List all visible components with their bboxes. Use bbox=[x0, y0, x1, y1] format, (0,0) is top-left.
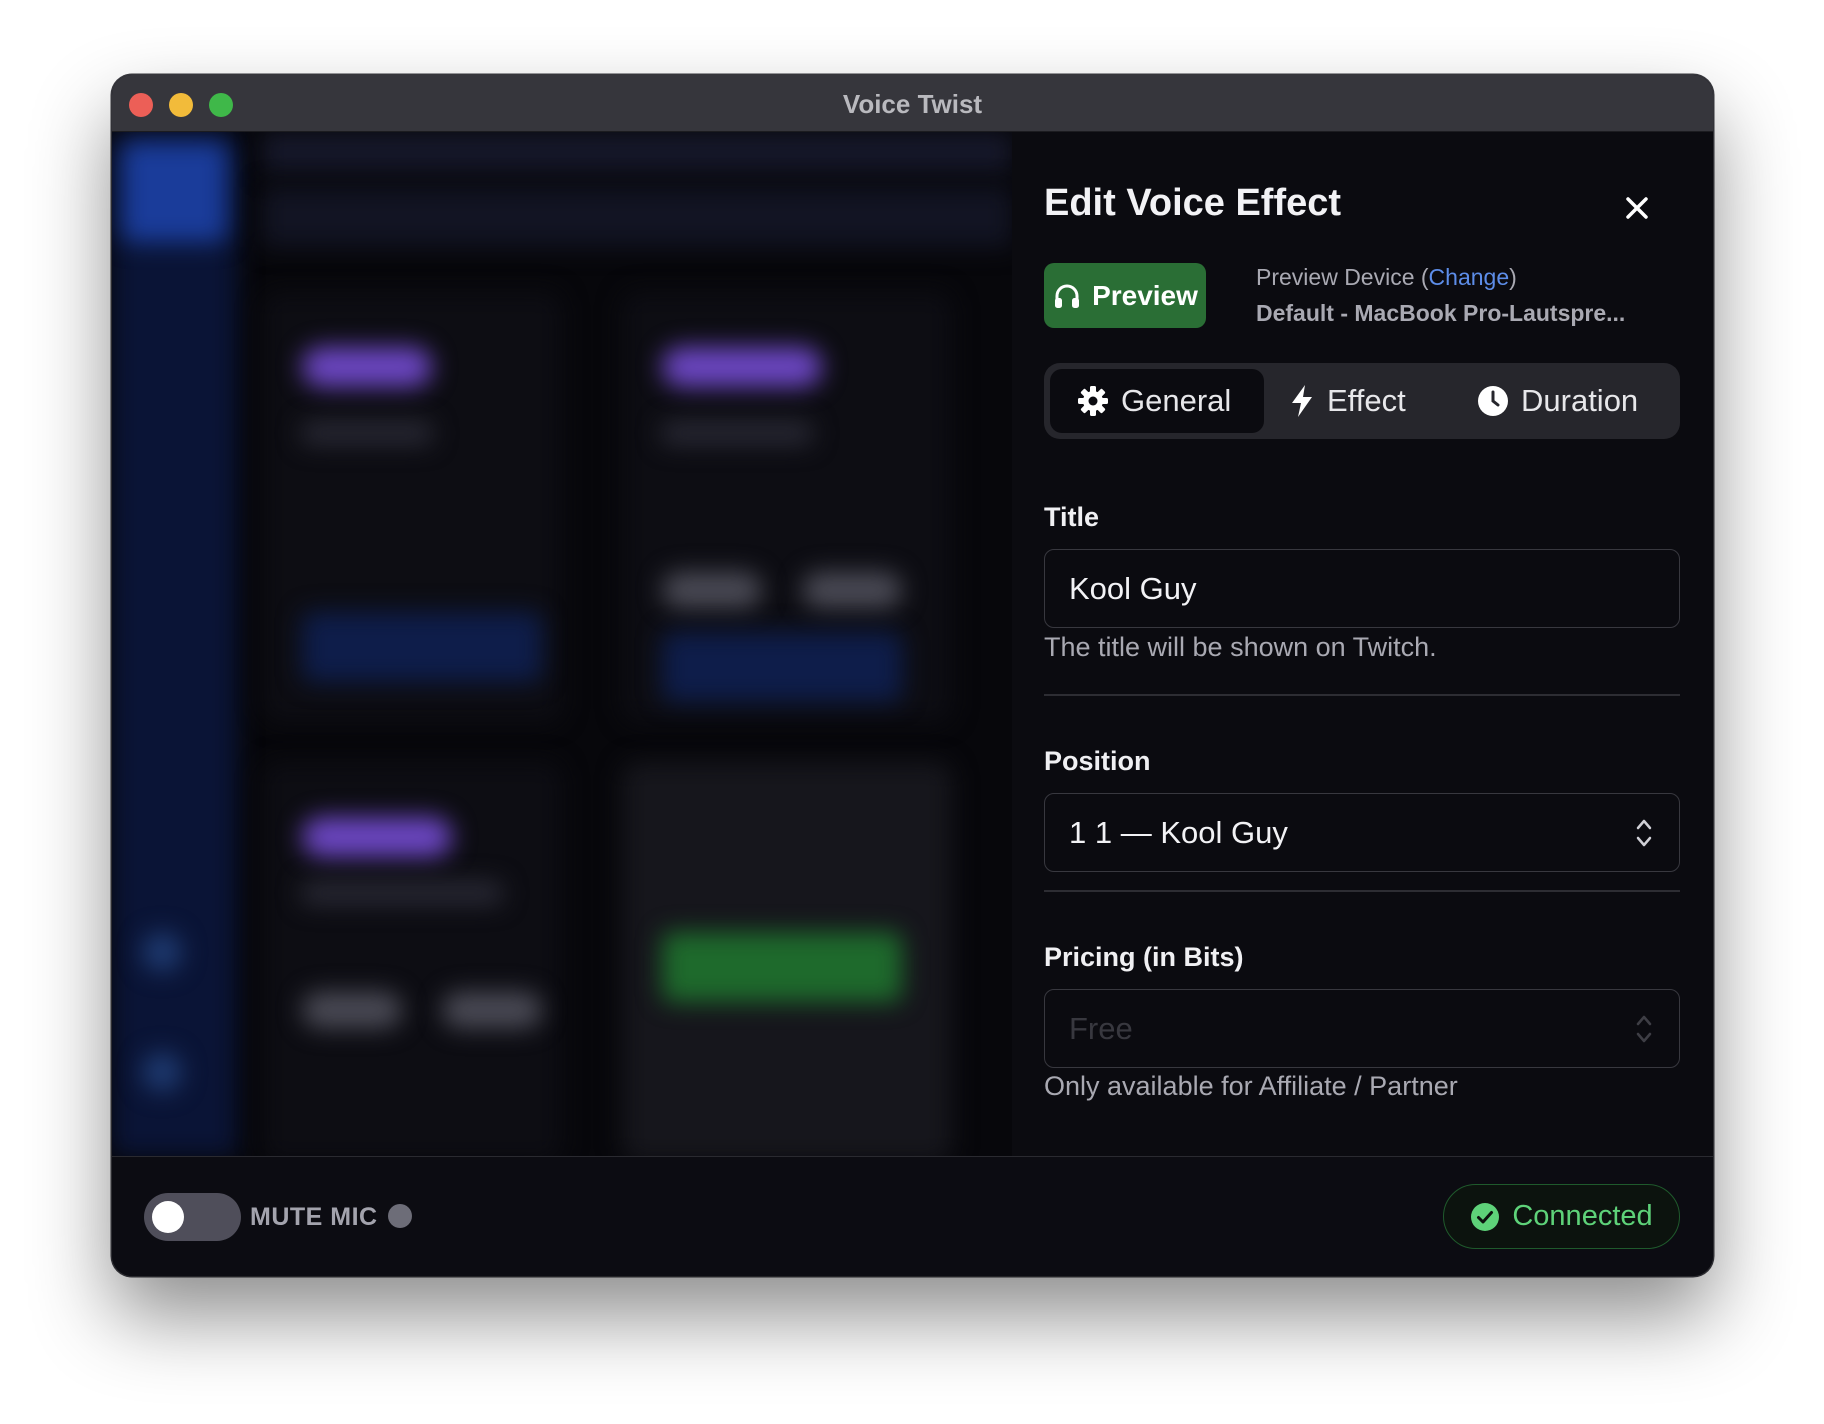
clock-icon bbox=[1478, 386, 1508, 416]
check-circle-icon bbox=[1471, 1202, 1500, 1231]
preview-button[interactable]: Preview bbox=[1044, 263, 1206, 328]
bg-toolbar bbox=[262, 187, 1012, 247]
bg-card-button bbox=[662, 632, 902, 702]
bg-card-chip bbox=[302, 992, 402, 1028]
chevron-updown-icon bbox=[1636, 819, 1652, 847]
bg-sidebar-icon bbox=[142, 1052, 182, 1092]
mute-mic-label: MUTE MIC bbox=[250, 1203, 378, 1231]
close-icon[interactable] bbox=[1623, 194, 1651, 222]
connection-status-badge: Connected bbox=[1443, 1184, 1680, 1249]
preview-button-label: Preview bbox=[1092, 279, 1198, 311]
bg-sidebar-active bbox=[122, 142, 227, 242]
bg-card-text bbox=[302, 882, 502, 904]
bg-card-green-button bbox=[662, 932, 902, 1002]
tab-duration[interactable]: Duration bbox=[1477, 369, 1667, 433]
footer-bar: MUTE MIC Connected bbox=[112, 1156, 1713, 1276]
connection-status-label: Connected bbox=[1512, 1200, 1653, 1232]
gear-icon bbox=[1078, 386, 1108, 416]
bg-card-button bbox=[302, 612, 542, 682]
bg-card-text bbox=[302, 422, 432, 444]
toggle-knob bbox=[152, 1201, 184, 1233]
mic-status-dot bbox=[388, 1204, 412, 1228]
mute-mic-toggle[interactable] bbox=[144, 1193, 241, 1241]
bg-card-chip bbox=[662, 572, 762, 608]
tab-effect-label: Effect bbox=[1327, 383, 1406, 418]
divider bbox=[1044, 694, 1680, 696]
bg-card-badge bbox=[662, 347, 822, 387]
pricing-select-value: Free bbox=[1069, 1010, 1133, 1046]
app-window: Voice Twist Edit Voice Effect Preview Pr… bbox=[112, 75, 1713, 1276]
title-help-text: The title will be shown on Twitch. bbox=[1044, 632, 1437, 662]
change-device-link[interactable]: Change bbox=[1429, 264, 1510, 290]
tab-general[interactable]: General bbox=[1050, 369, 1264, 433]
panel-title: Edit Voice Effect bbox=[1044, 182, 1342, 224]
blurred-background-app bbox=[112, 132, 1012, 1156]
preview-device-prefix: Preview Device ( bbox=[1256, 264, 1429, 290]
title-field-label: Title bbox=[1044, 502, 1100, 532]
pricing-field-label: Pricing (in Bits) bbox=[1044, 942, 1244, 972]
preview-device-suffix: ) bbox=[1509, 264, 1517, 290]
bg-card-badge bbox=[302, 817, 452, 857]
title-bar: Voice Twist bbox=[112, 75, 1713, 132]
divider bbox=[1044, 890, 1680, 892]
pricing-help-text: Only available for Affiliate / Partner bbox=[1044, 1071, 1458, 1101]
preview-device-label: Preview Device (Change) bbox=[1256, 264, 1517, 291]
position-field-label: Position bbox=[1044, 746, 1151, 776]
bg-topbar bbox=[262, 132, 1012, 172]
tab-duration-label: Duration bbox=[1521, 383, 1639, 418]
lightning-icon bbox=[1292, 385, 1312, 417]
bg-card-text bbox=[662, 422, 812, 444]
window-title: Voice Twist bbox=[842, 89, 983, 119]
position-select-value: 1 1 — Kool Guy bbox=[1069, 814, 1288, 850]
bg-sidebar-icon bbox=[142, 932, 182, 972]
bg-card-chip bbox=[442, 992, 542, 1028]
preview-device-name: Default - MacBook Pro-Lautspre... bbox=[1256, 300, 1626, 326]
bg-card-chip bbox=[802, 572, 902, 608]
tab-bar: General Effect Duration bbox=[1044, 363, 1680, 439]
bg-card-badge bbox=[302, 347, 432, 387]
chevron-updown-icon bbox=[1636, 1015, 1652, 1043]
tab-general-label: General bbox=[1121, 383, 1232, 418]
tab-effect[interactable]: Effect bbox=[1289, 369, 1439, 433]
headphones-icon bbox=[1055, 284, 1080, 308]
position-select[interactable]: 1 1 — Kool Guy bbox=[1044, 793, 1680, 872]
title-input[interactable]: Kool Guy bbox=[1044, 549, 1680, 628]
bg-sidebar bbox=[112, 132, 237, 1156]
edit-voice-effect-panel: Edit Voice Effect Preview Preview Device… bbox=[1012, 132, 1713, 1156]
pricing-select[interactable]: Free bbox=[1044, 989, 1680, 1068]
